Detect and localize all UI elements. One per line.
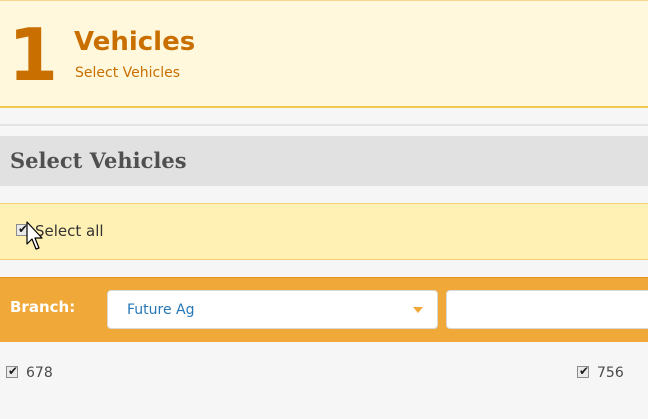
vehicle-checkbox[interactable]: ✔ xyxy=(577,364,590,378)
chevron-down-icon xyxy=(413,307,423,313)
step-title: Vehicles xyxy=(74,27,196,57)
branch-filter-bar: Branch: Future Ag xyxy=(0,277,648,342)
mouse-pointer-icon xyxy=(26,221,43,250)
vehicle-label: 756 xyxy=(597,365,624,381)
check-icon: ✔ xyxy=(7,364,19,378)
branch-label: Branch: xyxy=(10,298,76,316)
step-subtitle: Select Vehicles xyxy=(75,65,180,81)
vehicle-checkbox[interactable]: ✔ xyxy=(6,364,19,378)
branch-search-input[interactable] xyxy=(446,290,648,329)
select-all-row: ✔ Select all xyxy=(0,203,648,260)
vehicle-selection-page: 1 Vehicles Select Vehicles Select Vehicl… xyxy=(0,0,648,419)
section-title: Select Vehicles xyxy=(10,148,187,173)
branch-select[interactable]: Future Ag xyxy=(107,290,438,329)
vehicle-label: 678 xyxy=(26,365,53,381)
step-number: 1 xyxy=(8,13,59,97)
check-icon: ✔ xyxy=(578,364,590,378)
step-header: 1 Vehicles Select Vehicles xyxy=(0,0,648,108)
branch-select-value: Future Ag xyxy=(127,302,195,318)
divider xyxy=(0,124,648,126)
section-heading: Select Vehicles xyxy=(0,136,648,186)
